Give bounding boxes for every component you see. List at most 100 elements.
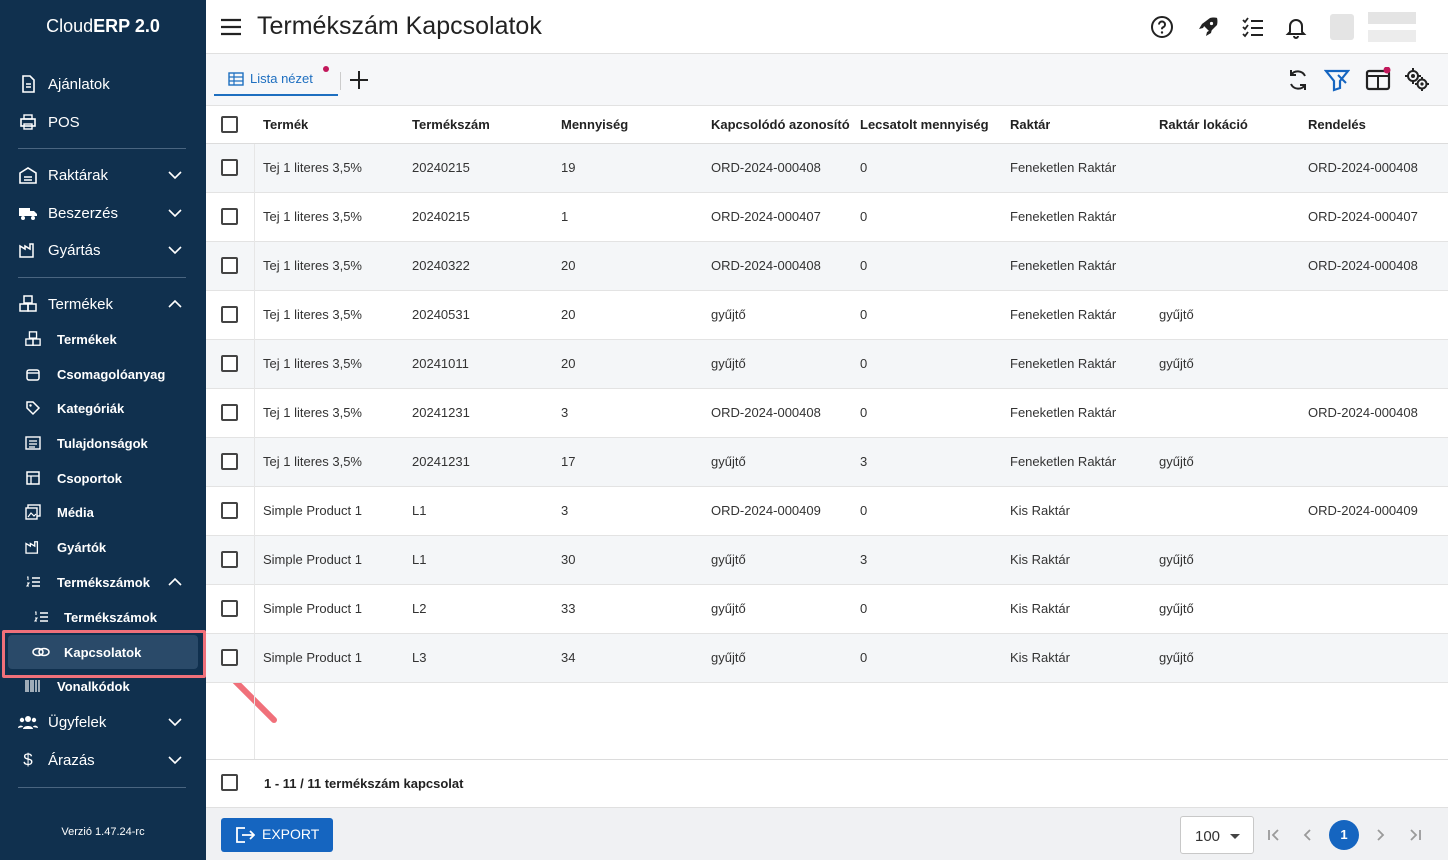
chevron-up-icon [168, 577, 182, 586]
sidebar-sub-csoportok[interactable]: Csoportok [0, 462, 206, 494]
sidebar-sub-vonalkodok[interactable]: Vonalkódok [0, 670, 206, 702]
table-cell: 33 [561, 601, 576, 616]
add-view-icon[interactable] [348, 69, 370, 91]
table-cell: gyűjtő [1159, 601, 1194, 616]
bell-icon[interactable] [1284, 15, 1308, 39]
dollar-icon: $ [23, 750, 33, 769]
table-cell: L3 [412, 650, 427, 665]
export-icon [236, 827, 255, 843]
sidebar-sub-csomagoloanyag[interactable]: Csomagolóanyag [0, 358, 206, 390]
table-cell: Simple Product 1 [263, 601, 362, 616]
column-header[interactable]: Rendelés [1308, 117, 1366, 132]
chevron-down-icon [168, 171, 182, 180]
user-name[interactable] [1368, 12, 1416, 24]
next-page-icon[interactable] [1372, 827, 1388, 843]
help-icon[interactable] [1150, 15, 1174, 39]
sidebar-sub-kategoriak[interactable]: Kategóriák [0, 392, 206, 424]
columns-icon[interactable] [1365, 67, 1391, 93]
row-checkbox[interactable] [221, 453, 238, 470]
table-cell: Feneketlen Raktár [1010, 160, 1117, 175]
sidebar-item-ajanlatok[interactable]: Ajánlatok [0, 66, 206, 102]
sidebar-item-arazas[interactable]: $ Árazás [0, 742, 206, 778]
settings-icon[interactable] [1404, 67, 1430, 93]
sidebar-sub-media[interactable]: Média [0, 496, 206, 528]
table-cell: 3 [860, 552, 868, 567]
row-checkbox[interactable] [221, 306, 238, 323]
column-header[interactable]: Raktár lokáció [1159, 117, 1248, 132]
list-icon [24, 434, 42, 452]
table-cell: Kis Raktár [1010, 601, 1070, 616]
tab-lista-nezet[interactable]: Lista nézet [214, 64, 338, 96]
table-cell: L1 [412, 503, 427, 518]
row-checkbox[interactable] [221, 600, 238, 617]
table-row[interactable]: Simple Product 1 L3 34 gyűjtő 0 Kis Raktár gyű… [206, 634, 1448, 683]
sidebar-item-pos[interactable]: POS [0, 104, 206, 140]
last-page-icon[interactable] [1407, 827, 1423, 843]
first-page-icon[interactable] [1266, 827, 1282, 843]
column-header[interactable]: Kapcsolódó azonosító [711, 117, 853, 132]
table-cell: Simple Product 1 [263, 503, 362, 518]
row-checkbox[interactable] [221, 257, 238, 274]
table-cell: 3 [561, 405, 569, 420]
checklist-icon[interactable] [1241, 15, 1265, 39]
table-cell: 20241231 [412, 405, 470, 420]
sidebar-sub-tulajdonsagok[interactable]: Tulajdonságok [0, 427, 206, 459]
sidebar-sub-termekek[interactable]: Termékek [0, 323, 206, 355]
table-cell: L1 [412, 552, 427, 567]
filter-icon[interactable] [1324, 67, 1350, 93]
table-row[interactable]: Tej 1 literes 3,5% 20240531 20 gyűjtő 0 Fenek… [206, 291, 1448, 340]
select-all-checkbox[interactable] [221, 116, 238, 133]
table-row[interactable]: Tej 1 literes 3,5% 20241011 20 gyűjtő 0 Fenek… [206, 340, 1448, 389]
row-checkbox[interactable] [221, 159, 238, 176]
row-checkbox[interactable] [221, 551, 238, 568]
rocket-icon[interactable] [1196, 15, 1220, 39]
table-row[interactable]: Simple Product 1 L1 3 ORD-2024-000409 0 Kis R… [206, 487, 1448, 536]
table-cell: 30 [561, 552, 576, 567]
sidebar-item-raktarak[interactable]: Raktárak [0, 157, 206, 193]
footer-checkbox[interactable] [221, 774, 238, 791]
refresh-icon[interactable] [1285, 67, 1311, 93]
sidebar-item-ugyfelek[interactable]: Ügyfelek [0, 704, 206, 740]
warehouse-icon [18, 165, 38, 185]
table-row[interactable]: Tej 1 literes 3,5% 20241231 3 ORD-2024-0004… [206, 389, 1448, 438]
table-row[interactable]: Tej 1 literes 3,5% 20241231 17 gyűjtő 3 Fenek… [206, 438, 1448, 487]
table-cell: 3 [860, 454, 868, 469]
column-header[interactable]: Raktár [1010, 117, 1050, 132]
row-checkbox[interactable] [221, 502, 238, 519]
column-header[interactable]: Mennyiség [561, 117, 628, 132]
sidebar-sub2-termekszamok[interactable]: Termékszámok [0, 601, 206, 633]
table-row[interactable]: Tej 1 literes 3,5% 20240215 19 ORD-2024-000… [206, 144, 1448, 193]
row-checkbox[interactable] [221, 404, 238, 421]
chevron-down-icon [168, 246, 182, 255]
table-cell: gyűjtő [711, 454, 746, 469]
sidebar-item-beszerzes[interactable]: Beszerzés [0, 195, 206, 231]
row-checkbox[interactable] [221, 208, 238, 225]
table-cell: gyűjtő [1159, 552, 1194, 567]
prev-page-icon[interactable] [1300, 827, 1316, 843]
table-row[interactable]: Tej 1 literes 3,5% 20240322 20 ORD-2024-000… [206, 242, 1448, 291]
table-cell: ORD-2024-000408 [1308, 160, 1418, 175]
hamburger-menu-icon[interactable] [220, 16, 242, 38]
row-checkbox[interactable] [221, 355, 238, 372]
table-row[interactable]: Simple Product 1 L2 33 gyűjtő 0 Kis Raktár gyű… [206, 585, 1448, 634]
column-header[interactable]: Lecsatolt mennyiség [860, 117, 1002, 132]
factory-icon [18, 240, 38, 260]
table-row[interactable]: Simple Product 1 L1 30 gyűjtő 3 Kis Raktár gyű… [206, 536, 1448, 585]
brand-logo[interactable]: CloudERP 2.0 [0, 16, 206, 37]
column-header[interactable]: Termékszám [412, 117, 490, 132]
sidebar-sub-gyartok[interactable]: Gyártók [0, 531, 206, 563]
sidebar-divider [18, 148, 186, 149]
caret-down-icon [1230, 834, 1240, 839]
sidebar-item-termekek[interactable]: Termékek [0, 286, 206, 322]
export-button[interactable]: EXPORT [221, 818, 333, 852]
column-header[interactable]: Termék [263, 117, 308, 132]
table-cell: 34 [561, 650, 576, 665]
sidebar-item-gyartas[interactable]: Gyártás [0, 232, 206, 268]
table-row[interactable]: Tej 1 literes 3,5% 20240215 1 ORD-2024-0004… [206, 193, 1448, 242]
per-page-select[interactable]: 100 [1180, 816, 1254, 854]
row-checkbox[interactable] [221, 649, 238, 666]
current-page-button[interactable]: 1 [1329, 820, 1359, 850]
avatar[interactable] [1330, 14, 1354, 40]
sidebar-sub-termekszamok[interactable]: Termékszámok [0, 566, 206, 598]
table-cell: Feneketlen Raktár [1010, 454, 1117, 469]
